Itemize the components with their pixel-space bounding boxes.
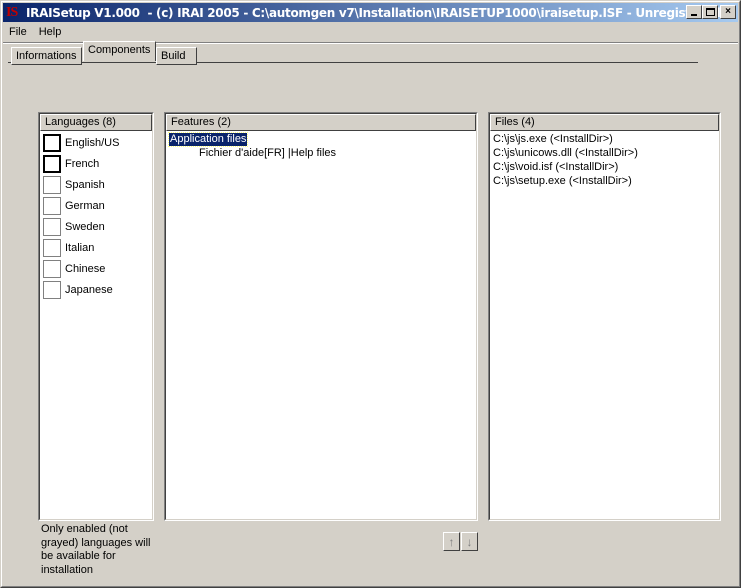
maximize-icon — [705, 8, 715, 16]
language-item[interactable]: English/US — [43, 133, 119, 152]
language-item[interactable]: French — [43, 154, 99, 173]
menu-help[interactable]: Help — [33, 26, 68, 38]
app-icon: IS — [6, 4, 18, 20]
tab-informations[interactable]: Informations — [11, 47, 82, 65]
features-header[interactable]: Features (2) — [166, 114, 476, 131]
file-item[interactable]: C:\js\js.exe (<InstallDir>) — [493, 132, 613, 146]
language-checkbox[interactable] — [43, 196, 61, 215]
language-checkbox[interactable] — [43, 238, 61, 257]
tab-panel-border — [8, 62, 698, 63]
files-list: C:\js\js.exe (<InstallDir>) C:\js\unicow… — [491, 132, 718, 518]
languages-help-note: Only enabled (not grayed) languages will… — [41, 523, 151, 576]
languages-list: English/US French Spanish German Sweden … — [41, 132, 151, 518]
window-controls: × — [686, 5, 736, 19]
files-header[interactable]: Files (4) — [490, 114, 719, 131]
language-checkbox[interactable] — [43, 280, 61, 299]
menu-file[interactable]: File — [3, 26, 33, 38]
feature-item-help-files[interactable]: Fichier d'aide[FR] |Help files — [199, 147, 336, 160]
language-label: Italian — [65, 241, 95, 254]
tab-build[interactable]: Build — [156, 47, 197, 65]
features-tree: Application files Fichier d'aide[FR] |He… — [167, 132, 475, 518]
language-checkbox[interactable] — [43, 175, 61, 194]
language-label: German — [65, 199, 105, 212]
language-label: French — [65, 157, 100, 170]
arrow-up-icon: ↑ — [448, 534, 455, 549]
minimize-icon — [691, 14, 697, 16]
files-panel: Files (4) C:\js\js.exe (<InstallDir>) C:… — [488, 112, 721, 521]
file-item[interactable]: C:\js\unicows.dll (<InstallDir>) — [493, 146, 638, 160]
language-label: Spanish — [65, 178, 105, 191]
language-item[interactable]: Japanese — [43, 280, 113, 299]
language-checkbox[interactable] — [43, 154, 61, 173]
language-label: Chinese — [65, 262, 106, 275]
language-checkbox[interactable] — [43, 133, 61, 152]
minimize-button[interactable] — [686, 5, 702, 19]
languages-header[interactable]: Languages (8) — [40, 114, 152, 131]
window-title: IRAISetup V1.000 - (c) IRAI 2005 - C:\au… — [26, 5, 721, 20]
maximize-button[interactable] — [702, 5, 718, 19]
close-icon: × — [725, 6, 731, 17]
language-label: Japanese — [65, 283, 113, 296]
features-panel: Features (2) Application files Fichier d… — [164, 112, 478, 521]
move-down-button[interactable]: ↓ — [461, 532, 478, 551]
language-item[interactable]: Italian — [43, 238, 94, 257]
languages-panel: Languages (8) English/US French Spanish … — [38, 112, 154, 521]
language-checkbox[interactable] — [43, 259, 61, 278]
language-item[interactable]: Chinese — [43, 259, 105, 278]
language-item[interactable]: Sweden — [43, 217, 105, 236]
file-item[interactable]: C:\js\void.isf (<InstallDir>) — [493, 160, 618, 174]
language-checkbox[interactable] — [43, 217, 61, 236]
tab-components[interactable]: Components — [83, 41, 156, 61]
arrow-down-icon: ↓ — [466, 534, 473, 549]
file-item[interactable]: C:\js\setup.exe (<InstallDir>) — [493, 174, 632, 188]
feature-item-application-files[interactable]: Application files — [167, 132, 249, 147]
language-item[interactable]: German — [43, 196, 105, 215]
move-up-button[interactable]: ↑ — [443, 532, 460, 551]
language-label: Sweden — [65, 220, 105, 233]
title-bar[interactable]: IS IRAISetup V1.000 - (c) IRAI 2005 - C:… — [3, 3, 738, 22]
menu-bar: File Help — [3, 23, 67, 41]
language-label: English/US — [65, 136, 120, 149]
language-item[interactable]: Spanish — [43, 175, 105, 194]
close-button[interactable]: × — [720, 5, 736, 19]
